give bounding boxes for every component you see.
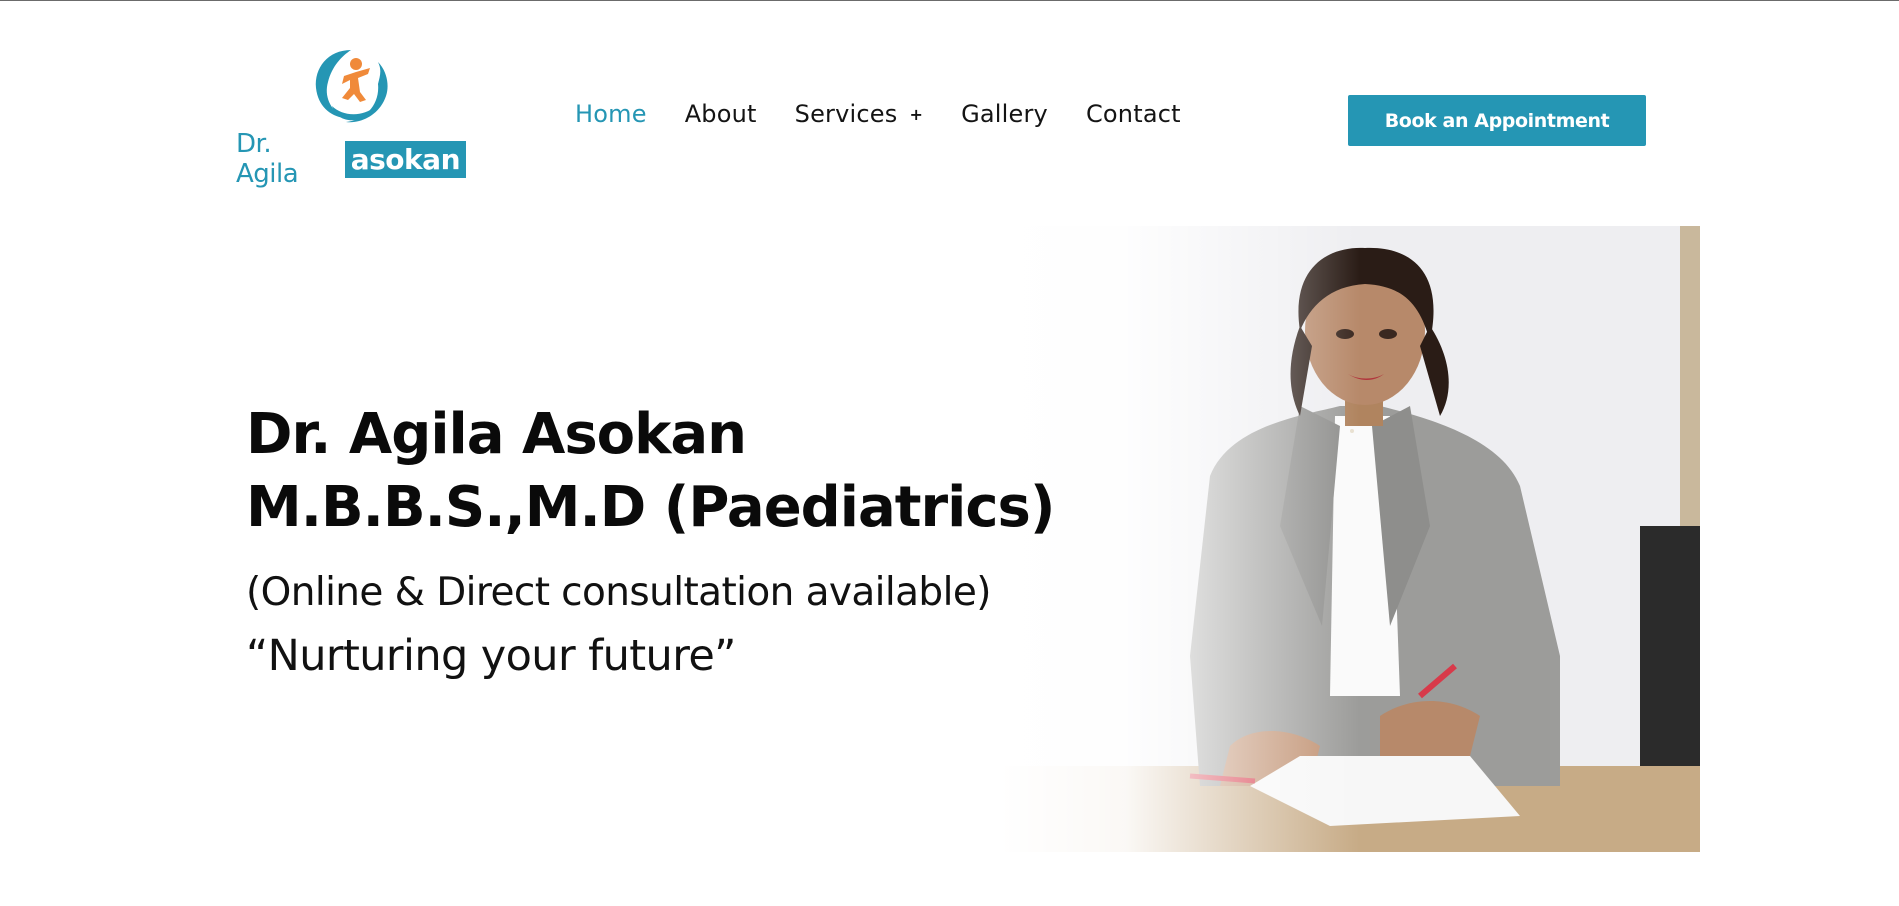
site-logo[interactable]: Dr. Agila asokan	[236, 46, 466, 189]
main-navigation: Home About Services + Gallery Contact	[575, 100, 1219, 128]
nav-link-services-label: Services	[794, 100, 898, 128]
tagline-text: “Nurturing your future”	[246, 631, 736, 681]
consultation-availability-text: (Online & Direct consultation available)	[246, 570, 991, 615]
nav-link-contact[interactable]: Contact	[1086, 100, 1181, 128]
doctor-degree-heading: M.B.B.S.,M.D (Paediatrics)	[246, 475, 1055, 540]
nav-link-services[interactable]: Services +	[795, 100, 923, 128]
doctor-portrait	[1000, 226, 1700, 852]
hero-text-block: Dr. Agila Asokan M.B.B.S.,M.D (Paediatri…	[246, 398, 1055, 681]
nav-link-about[interactable]: About	[685, 100, 757, 128]
doctor-name-heading: Dr. Agila Asokan	[246, 402, 747, 467]
top-border	[0, 0, 1899, 1]
child-in-hands-icon	[315, 50, 388, 123]
nav-link-home[interactable]: Home	[575, 100, 647, 128]
nav-link-gallery[interactable]: Gallery	[961, 100, 1048, 128]
logo-name-text: Dr. Agila	[236, 129, 299, 189]
book-appointment-button[interactable]: Book an Appointment	[1348, 95, 1646, 146]
plus-icon[interactable]: +	[909, 105, 923, 124]
logo-surname-badge: asokan	[344, 140, 466, 178]
